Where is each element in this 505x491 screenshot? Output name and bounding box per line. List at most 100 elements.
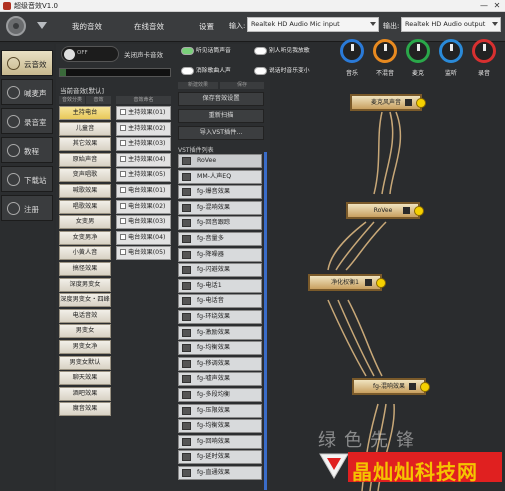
rescan-button[interactable]: 重新扫描 [178, 109, 264, 123]
checkbox-icon[interactable] [120, 218, 126, 225]
node-output-dot[interactable] [420, 382, 430, 392]
checkbox-icon[interactable] [120, 202, 126, 209]
option-hear-mic[interactable]: 听见话筒声音 [181, 45, 231, 55]
category-item[interactable]: 女变男净 [59, 230, 111, 245]
soundcard-effect-toggle[interactable]: OFF [61, 46, 119, 62]
option-others-hear-music[interactable]: 别人听见我放歌 [254, 45, 310, 55]
node-mic-input[interactable]: 麦克风声音 [350, 94, 426, 111]
vst-plugin-item[interactable]: fg-激励效果 [178, 325, 262, 340]
node-output-dot[interactable] [416, 98, 426, 108]
category-item[interactable]: 魔音效果 [59, 402, 111, 417]
volume-knob[interactable] [406, 39, 430, 63]
vst-plugin-item[interactable]: fg-直通效果 [178, 466, 262, 480]
category-item[interactable]: 原始声音 [59, 152, 111, 167]
vst-plugin-item[interactable]: fg-嘘声效果 [178, 372, 262, 387]
sidebar-item-register[interactable]: 注册 [1, 195, 53, 221]
checkbox-icon[interactable] [120, 249, 126, 256]
node-reverb[interactable]: fg-混响效果 [352, 378, 430, 395]
vst-plugin-item[interactable]: fg-移调效果 [178, 356, 262, 371]
checkbox-icon[interactable] [120, 155, 126, 162]
category-item[interactable]: 主持电台 [59, 106, 111, 120]
volume-knob[interactable] [373, 39, 397, 63]
vst-plugin-item[interactable]: fg-降噪器 [178, 247, 262, 262]
preset-item[interactable]: 电台效果(04) [116, 230, 171, 245]
category-item[interactable]: 儿童音 [59, 121, 111, 136]
minimize-button[interactable]: — [478, 0, 490, 12]
vst-plugin-item[interactable]: fg-均衡效果 [178, 341, 262, 356]
checkbox-icon[interactable] [120, 233, 126, 240]
tab-my-effects[interactable]: 我的音效 [72, 21, 102, 32]
tab-online-effects[interactable]: 在线音效 [134, 21, 164, 32]
category-item[interactable]: 女变男 [59, 215, 111, 230]
vst-plugin-item[interactable]: fg-混响效果 [178, 200, 262, 215]
preset-item[interactable]: 主持效果(03) [116, 137, 171, 152]
category-item[interactable]: 唱歌效果 [59, 199, 111, 214]
preset-item[interactable]: 主持效果(01) [116, 106, 171, 120]
import-vst-button[interactable]: 导入VST插件... [178, 126, 264, 140]
checkbox-icon[interactable] [120, 109, 126, 115]
chevron-down-icon[interactable] [37, 22, 47, 29]
volume-knob[interactable] [472, 39, 496, 63]
input-device-select[interactable]: Realtek HD Audio Mic input [247, 17, 379, 32]
preset-item[interactable]: 主持效果(02) [116, 121, 171, 136]
category-item[interactable]: 变声唱歌 [59, 168, 111, 183]
category-item[interactable]: 深度男变女・四峰 [59, 293, 111, 308]
scrollbar[interactable] [264, 152, 267, 490]
checkbox-icon[interactable] [120, 187, 126, 193]
node-output-dot[interactable] [376, 278, 386, 288]
preset-item[interactable]: 电台效果(02) [116, 199, 171, 214]
tab-settings[interactable]: 设置 [199, 21, 214, 32]
sidebar-item-studio[interactable]: 录音室 [1, 108, 53, 134]
vst-plugin-item[interactable]: fg-电话音 [178, 294, 262, 309]
preset-item[interactable]: 电台效果(05) [116, 246, 171, 261]
node-output-dot[interactable] [414, 206, 424, 216]
vst-plugin-item[interactable]: fg-回音跟踪 [178, 216, 262, 231]
category-item[interactable]: 搞怪效果 [59, 262, 111, 276]
checkbox-icon[interactable] [120, 171, 126, 178]
option-remove-vocals[interactable]: 消除歌曲人声 [181, 65, 231, 75]
category-item[interactable]: 其它效果 [59, 137, 111, 152]
category-item[interactable]: 小黄人音 [59, 246, 111, 261]
vst-plugin-item[interactable]: fg-音量多 [178, 232, 262, 246]
close-button[interactable]: ✕ [491, 0, 503, 12]
node-label: fg-混响效果 [372, 383, 406, 390]
checkbox-icon[interactable] [120, 124, 126, 131]
preset-item[interactable]: 电台效果(01) [116, 184, 171, 198]
vst-plugin-item[interactable]: fg-回响效果 [178, 434, 262, 449]
preset-item[interactable]: 电台效果(03) [116, 215, 171, 230]
checkbox-icon[interactable] [120, 140, 126, 147]
category-item[interactable]: 男变女默认 [59, 355, 111, 370]
save-effect-settings-button[interactable]: 保存音效设置 [178, 92, 264, 106]
output-device-select[interactable]: Realtek HD Audio output [401, 17, 501, 32]
category-item[interactable]: 男变女净 [59, 340, 111, 354]
sidebar-item-shout-mic[interactable]: 喊麦声 [1, 79, 53, 105]
vst-plugin-item[interactable]: fg-环绕效果 [178, 310, 262, 324]
vst-plugin-item[interactable]: fg-爆音效果 [178, 185, 262, 200]
preset-item[interactable]: 主持效果(05) [116, 168, 171, 183]
category-item[interactable]: 电话音效 [59, 308, 111, 323]
vst-plugin-item[interactable]: fg-闪避效果 [178, 263, 262, 278]
node-purify[interactable]: 净化权衡1 [308, 274, 386, 291]
category-item[interactable]: 酒吧效果 [59, 386, 111, 401]
category-item[interactable]: 喊歌效果 [59, 184, 111, 198]
preset-item[interactable]: 主持效果(04) [116, 152, 171, 167]
category-item[interactable]: 深度男变女 [59, 277, 111, 292]
option-duck-music[interactable]: 说话时音乐变小 [254, 65, 310, 75]
vst-plugin-item[interactable]: fg-均衡效果 [178, 419, 262, 434]
volume-knob[interactable] [439, 39, 463, 63]
sidebar-item-cloud-effects[interactable]: 云音效 [1, 50, 53, 76]
vst-plugin-item[interactable]: MM-人声EQ [178, 169, 262, 184]
category-item[interactable]: 男变女 [59, 324, 111, 339]
settings-gear-icon[interactable] [6, 16, 26, 36]
vst-plugin-item[interactable]: RoVee [178, 154, 262, 168]
vst-plugin-item[interactable]: fg-压限效果 [178, 403, 262, 418]
sidebar-item-tutorial[interactable]: 教程 [1, 137, 53, 163]
plugin-icon [182, 359, 191, 368]
volume-knob[interactable] [340, 39, 364, 63]
node-rovee[interactable]: RoVee [346, 202, 424, 219]
vst-plugin-item[interactable]: fg-多段均衡 [178, 388, 262, 402]
vst-plugin-item[interactable]: fg-延时效果 [178, 450, 262, 465]
vst-plugin-item[interactable]: fg-电话1 [178, 278, 262, 293]
category-item[interactable]: 聊天效果 [59, 371, 111, 386]
sidebar-item-download[interactable]: 下载站 [1, 166, 53, 192]
